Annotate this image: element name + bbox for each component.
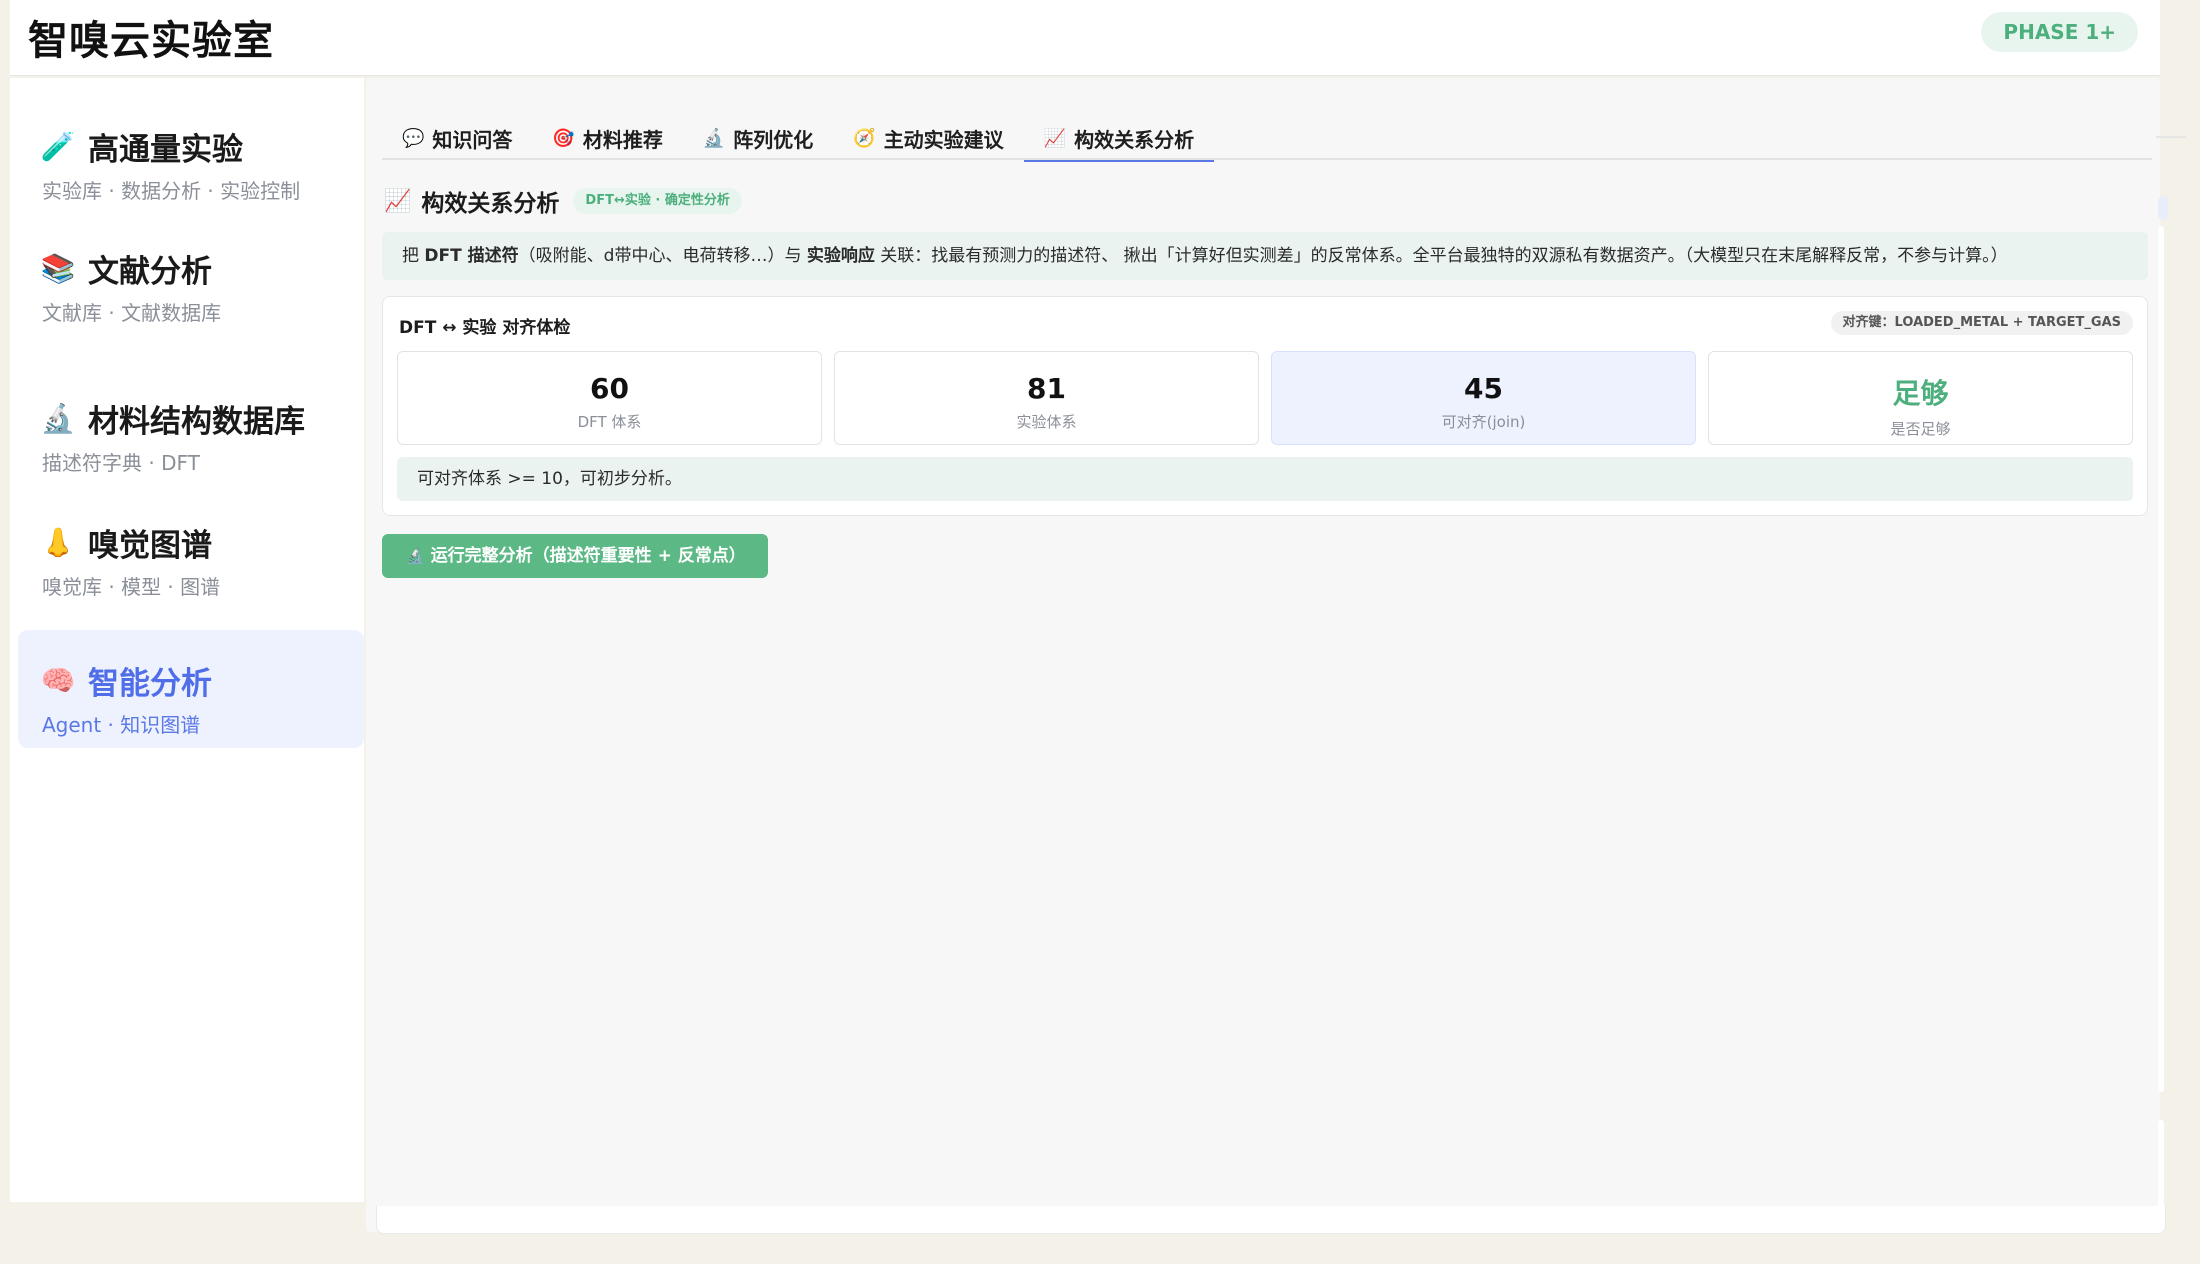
sidebar-item-subtitle: 嗅觉库 · 模型 · 图谱 xyxy=(42,575,221,599)
stat-value: 81 xyxy=(1027,372,1066,405)
desc-text: （吸附能、d带中心、电荷转移…）与 xyxy=(518,246,807,266)
section-tag: DFT↔实验 · 确定性分析 xyxy=(573,188,742,214)
app-title: 智嗅云实验室 xyxy=(28,18,274,64)
tab-label: 阵列优化 xyxy=(733,127,814,152)
sidebar-item-label: 材料结构数据库 xyxy=(88,404,305,440)
sidebar-item-subtitle: 文献库 · 文献数据库 xyxy=(42,301,222,325)
tab-structure-activity[interactable]: 📈 构效关系分析 xyxy=(1023,116,1215,162)
tab-label: 材料推荐 xyxy=(582,127,663,152)
microscope-icon: 🔬 xyxy=(40,401,76,435)
microscope-icon: 🔬 xyxy=(406,547,425,565)
compass-icon: 🧭 xyxy=(853,127,876,149)
tab-material-recommend[interactable]: 🎯 材料推荐 xyxy=(532,116,682,160)
stat-label: 可对齐(join) xyxy=(1441,413,1526,431)
sidebar-item-olfactory-map[interactable]: 👃 嗅觉图谱 嗅觉库 · 模型 · 图谱 xyxy=(18,492,364,610)
sidebar-item-label: 智能分析 xyxy=(88,666,212,702)
tab-knowledge-qa[interactable]: 💬 知识问答 xyxy=(382,116,532,160)
tab-array-optimize[interactable]: 🔬 阵列优化 xyxy=(683,116,833,160)
sidebar: 🧪 高通量实验 实验库 · 数据分析 · 实验控制 📚 文献分析 文献库 · 文… xyxy=(10,78,364,1202)
sidebar-item-label: 文献分析 xyxy=(88,254,212,290)
alignment-card: DFT ↔ 实验 对齐体检 对齐键：LOADED_METAL + TARGET_… xyxy=(382,296,2148,516)
run-button-label: 运行完整分析（描述符重要性 + 反常点） xyxy=(430,546,746,566)
speech-bubble-icon: 💬 xyxy=(402,127,425,149)
stats-row: 60 DFT 体系 81 实验体系 45 可对齐(join) 足够 是否足够 xyxy=(397,351,2133,445)
books-icon: 📚 xyxy=(40,251,76,285)
desc-text: 关联：找最有预测力的描述符、 揪出「计算好但实测差」的反常体系。全平台最独特的双… xyxy=(874,246,2008,266)
scrollbar-track-lower[interactable] xyxy=(2158,1120,2164,1230)
sidebar-item-intelligent-analysis[interactable]: 🧠 智能分析 Agent · 知识图谱 xyxy=(18,630,364,748)
sidebar-item-subtitle: 实验库 · 数据分析 · 实验控制 xyxy=(42,179,301,203)
alignment-key-badge: 对齐键：LOADED_METAL + TARGET_GAS xyxy=(1830,311,2133,335)
sidebar-item-subtitle: Agent · 知识图谱 xyxy=(42,713,201,737)
section-title-text: 构效关系分析 xyxy=(421,191,560,217)
desc-text: 把 xyxy=(402,246,425,266)
chart-icon: 📈 xyxy=(384,188,412,214)
stat-value: 60 xyxy=(590,372,629,405)
nose-icon: 👃 xyxy=(40,525,76,559)
stat-label: 实验体系 xyxy=(1016,413,1077,431)
alignment-title: DFT ↔ 实验 对齐体检 xyxy=(399,318,571,338)
desc-bold-dft: DFT 描述符 xyxy=(424,246,519,266)
sidebar-item-material-db[interactable]: 🔬 材料结构数据库 描述符字典 · DFT xyxy=(18,368,364,486)
stat-value: 45 xyxy=(1464,372,1503,405)
scroll-indicator[interactable] xyxy=(2158,196,2168,220)
tab-bar: 💬 知识问答 🎯 材料推荐 🔬 阵列优化 🧭 主动实验建议 📈 构效关系分析 xyxy=(382,116,2152,162)
target-icon: 🎯 xyxy=(552,127,575,149)
sidebar-item-literature[interactable]: 📚 文献分析 文献库 · 文献数据库 xyxy=(18,218,364,336)
sidebar-item-high-throughput[interactable]: 🧪 高通量实验 实验库 · 数据分析 · 实验控制 xyxy=(18,96,364,214)
alignment-note: 可对齐体系 >= 10，可初步分析。 xyxy=(397,457,2133,501)
tab-label: 构效关系分析 xyxy=(1074,127,1195,152)
main-panel-footer xyxy=(376,1206,2166,1234)
stat-dft-systems: 60 DFT 体系 xyxy=(397,351,822,445)
tab-label: 知识问答 xyxy=(432,127,513,152)
test-tube-icon: 🧪 xyxy=(40,129,76,163)
app-header: 智嗅云实验室 PHASE 1+ xyxy=(10,0,2160,76)
brain-icon: 🧠 xyxy=(40,663,76,697)
section-title: 📈 构效关系分析 DFT↔实验 · 确定性分析 xyxy=(384,184,742,218)
stat-label: DFT 体系 xyxy=(577,413,642,431)
sidebar-item-label: 嗅觉图谱 xyxy=(88,528,212,564)
tab-active-experiment[interactable]: 🧭 主动实验建议 xyxy=(833,116,1023,160)
tab-label: 主动实验建议 xyxy=(883,127,1004,152)
microscope-icon: 🔬 xyxy=(702,127,726,149)
sidebar-item-label: 高通量实验 xyxy=(88,132,243,168)
desc-bold-exp: 实验响应 xyxy=(806,246,875,266)
description-banner: 把 DFT 描述符（吸附能、d带中心、电荷转移…）与 实验响应 关联：找最有预测… xyxy=(382,232,2148,280)
main-panel: 💬 知识问答 🎯 材料推荐 🔬 阵列优化 🧭 主动实验建议 📈 构效关系分析 📈… xyxy=(366,78,2160,1232)
stat-label: 是否足够 xyxy=(1890,420,1951,438)
stat-sufficient: 足够 是否足够 xyxy=(1708,351,2133,445)
scrollbar-track[interactable] xyxy=(2158,226,2164,1092)
stat-value: 足够 xyxy=(1892,377,1949,410)
sidebar-item-subtitle: 描述符字典 · DFT xyxy=(42,451,200,475)
phase-badge: PHASE 1+ xyxy=(1981,12,2138,52)
edge-divider xyxy=(2156,136,2186,138)
stat-exp-systems: 81 实验体系 xyxy=(834,351,1259,445)
stat-joinable: 45 可对齐(join) xyxy=(1271,351,1696,445)
run-full-analysis-button[interactable]: 🔬 运行完整分析（描述符重要性 + 反常点） xyxy=(382,534,768,578)
chart-icon: 📈 xyxy=(1043,127,1067,149)
